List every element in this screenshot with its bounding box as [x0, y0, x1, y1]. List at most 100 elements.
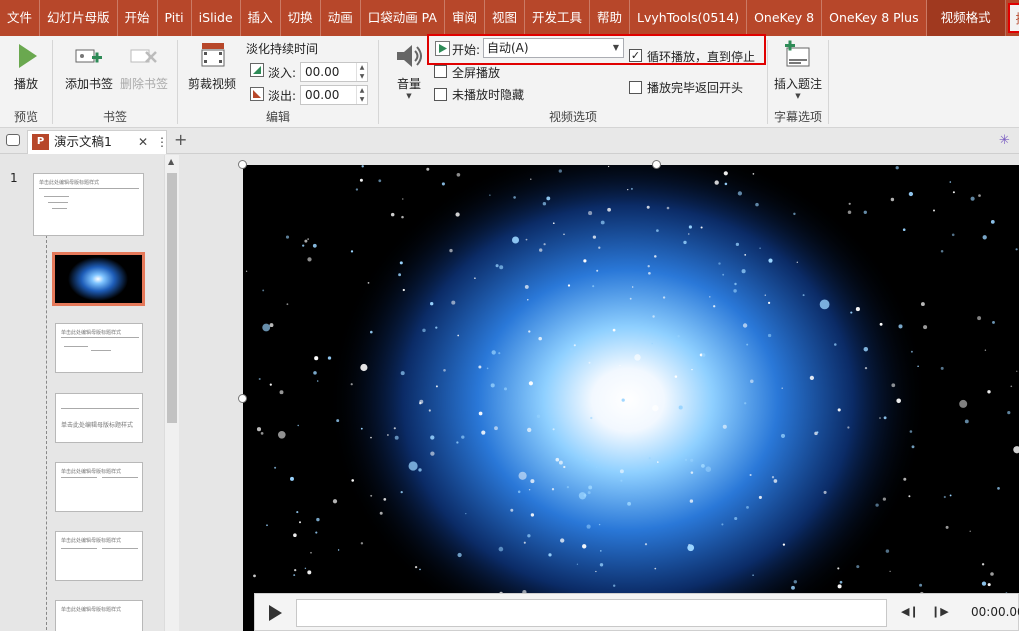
scrollbar-thumb[interactable]	[167, 173, 177, 423]
fade-out-spinner[interactable]: ▲ ▼	[356, 86, 367, 104]
menu-tab[interactable]: 审阅	[445, 0, 485, 36]
tab-video-format[interactable]: 视频格式	[926, 0, 1006, 36]
layout-thumbnail[interactable]: 单击此处编辑母版标题样式	[55, 462, 143, 512]
menu-tab[interactable]: 视图	[485, 0, 525, 36]
star	[563, 233, 565, 236]
resize-handle[interactable]	[238, 394, 247, 403]
fade-in-spinner[interactable]: ▲ ▼	[356, 63, 367, 81]
star	[627, 188, 629, 191]
step-forward-icon[interactable]: ❙▶	[931, 605, 949, 618]
star	[978, 194, 981, 197]
menu-tab[interactable]: 开发工具	[525, 0, 591, 36]
step-back-icon[interactable]: ◀❙	[901, 605, 919, 618]
star	[847, 426, 850, 429]
insert-caption-label: 插入题注	[773, 77, 822, 91]
star	[932, 209, 936, 212]
star	[398, 273, 402, 277]
menu-tab[interactable]: 幻灯片母版	[40, 0, 118, 36]
star	[312, 243, 317, 248]
star	[837, 567, 840, 570]
star	[595, 570, 597, 573]
star	[883, 416, 887, 420]
rewind-checkbox[interactable]	[629, 81, 642, 94]
menu-tab[interactable]: LvyhTools(0514)	[630, 0, 748, 36]
star	[313, 371, 317, 375]
fullscreen-checkbox[interactable]	[434, 65, 447, 78]
fade-in-input[interactable]: 00.00 ▲ ▼	[300, 62, 368, 82]
star	[741, 269, 746, 274]
menu-tab[interactable]: 帮助	[590, 0, 631, 36]
scroll-up-icon[interactable]: ▲	[168, 157, 174, 166]
menu-tab[interactable]: 插入	[241, 0, 281, 36]
add-bookmark-button[interactable]: 添加书签	[61, 40, 117, 92]
star	[987, 390, 991, 394]
thumb-line	[52, 208, 67, 209]
star	[430, 451, 435, 456]
slide-sorter-icon[interactable]	[6, 134, 20, 146]
menu-tab[interactable]: OneKey 8 Plus	[822, 0, 927, 36]
layout-thumbnail[interactable]: 单击此处编辑母版标题样式	[55, 323, 143, 373]
star	[402, 288, 405, 292]
menu-tab[interactable]: 口袋动画 PA	[361, 0, 445, 36]
menu-tab[interactable]: 动画	[321, 0, 361, 36]
progress-track[interactable]	[296, 599, 887, 627]
rewind-label: 播放完毕返回开头	[647, 81, 744, 95]
play-button[interactable]: 播放	[6, 40, 46, 92]
menu-tab[interactable]: 开始	[118, 0, 158, 36]
layout-thumbnail[interactable]: 单击此处编辑母版标题样式	[55, 531, 143, 581]
menu-tab[interactable]: iSlide	[192, 0, 241, 36]
star	[518, 471, 527, 480]
star	[567, 284, 571, 287]
star	[307, 570, 312, 575]
group-label-editing: 编辑	[265, 110, 290, 124]
insert-caption-button[interactable]: 插入题注 ▼	[772, 40, 824, 100]
star	[332, 499, 338, 504]
star	[908, 191, 914, 197]
star	[576, 563, 579, 565]
star	[656, 229, 659, 232]
resize-handle[interactable]	[652, 160, 661, 169]
new-tab-icon[interactable]: +	[174, 130, 187, 149]
star	[286, 303, 289, 306]
play-icon[interactable]	[267, 604, 283, 622]
master-slide-thumbnail[interactable]: 单击此处编辑母版标题样式	[33, 173, 144, 236]
star	[700, 226, 703, 229]
menu-tab[interactable]: 文件	[0, 0, 41, 36]
volume-button[interactable]: 音量 ▼	[387, 40, 431, 100]
menu-tab[interactable]: OneKey 8	[747, 0, 823, 36]
star	[648, 457, 651, 460]
trim-video-button[interactable]: 剪裁视频	[184, 40, 240, 92]
remove-bookmark-button[interactable]: 删除书签	[116, 40, 172, 92]
tab-playback[interactable]: 播放	[1007, 3, 1019, 33]
menu-tab[interactable]: 切换	[281, 0, 321, 36]
fade-out-input[interactable]: 00.00 ▲ ▼	[300, 85, 368, 105]
star	[478, 411, 483, 416]
resize-handle[interactable]	[238, 160, 247, 169]
hide-while-not-playing-checkbox[interactable]	[434, 88, 447, 101]
addin-star-icon[interactable]: ✳	[996, 132, 1013, 149]
star	[600, 220, 605, 225]
layout-thumbnail[interactable]: 单击此处编辑母版标题样式	[55, 393, 143, 443]
more-options-icon[interactable]: ⋮	[156, 131, 168, 153]
star	[910, 350, 913, 353]
star	[583, 493, 587, 497]
menu-tab[interactable]: Piti	[158, 0, 192, 36]
trim-video-label: 剪裁视频	[187, 77, 236, 91]
star	[879, 322, 883, 326]
thumbnail-scrollbar[interactable]: ▲	[164, 155, 179, 631]
layout-thumbnail-selected[interactable]	[52, 252, 145, 306]
ribbon-tab-bar: 文件 幻灯片母版 开始 Piti iSlide 插入 切换 动画 口袋动画 PA 审阅 视图 开发工具…	[0, 0, 1019, 36]
star	[336, 419, 340, 423]
layout-thumbnail[interactable]: 单击此处编辑母版标题样式	[55, 600, 143, 631]
star	[585, 457, 590, 462]
star	[370, 436, 372, 439]
star	[422, 328, 426, 333]
star	[981, 581, 987, 586]
star	[839, 580, 843, 584]
close-icon[interactable]: ✕	[138, 131, 148, 153]
volume-label: 音量	[396, 77, 421, 91]
star	[791, 585, 795, 590]
star	[889, 570, 891, 572]
document-tab[interactable]: P 演示文稿1 ✕ ⋮	[27, 130, 168, 154]
video-frame[interactable]	[243, 165, 1019, 631]
